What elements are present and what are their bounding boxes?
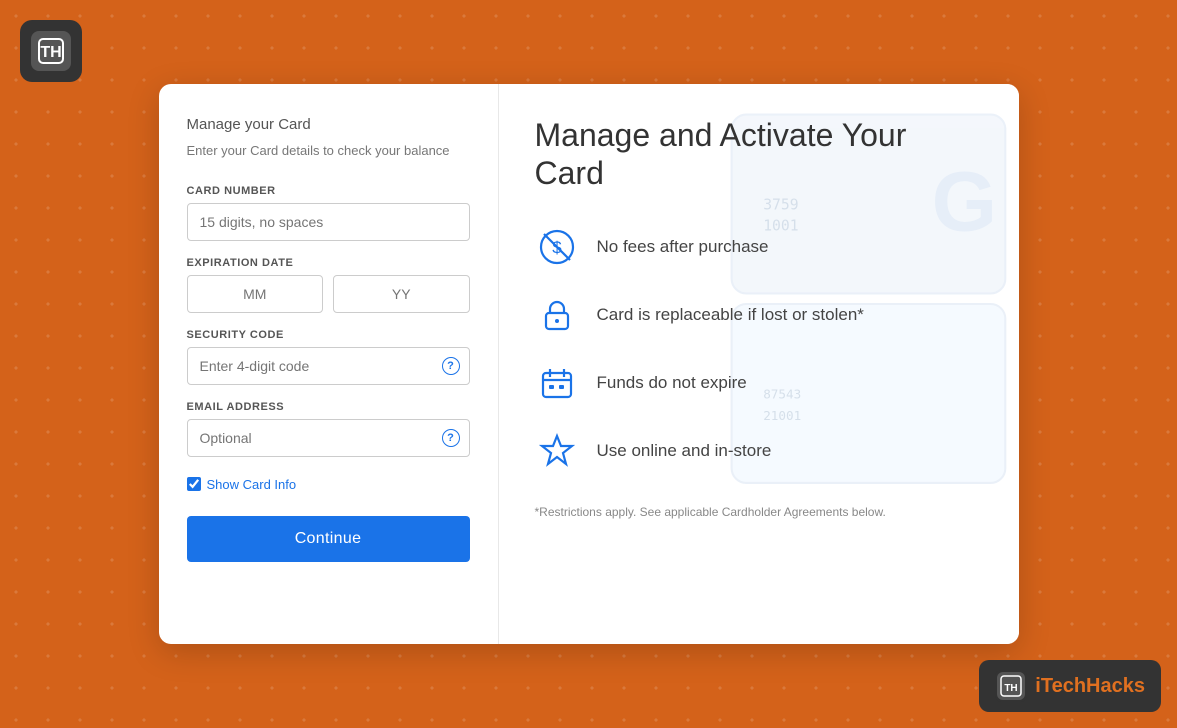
svg-text:TH: TH: [40, 44, 61, 61]
email-wrapper: ?: [187, 419, 470, 457]
logo-icon: TH: [31, 31, 71, 71]
security-code-input[interactable]: [187, 347, 470, 385]
svg-text:TH: TH: [1005, 683, 1018, 694]
email-input[interactable]: [187, 419, 470, 457]
show-card-checkbox[interactable]: [187, 477, 201, 491]
main-card: Manage your Card Enter your Card details…: [159, 84, 1019, 644]
right-panel: G 3759 1001 87543 21001 Manage and Activ…: [499, 84, 1019, 644]
feature-replaceable: Card is replaceable if lost or stolen*: [535, 293, 983, 337]
month-input[interactable]: [187, 275, 324, 313]
right-title: Manage and Activate Your Card: [535, 116, 983, 193]
itech-logo-icon: TH: [995, 670, 1027, 702]
calendar-icon: [535, 361, 579, 405]
year-input[interactable]: [333, 275, 470, 313]
star-icon: [535, 429, 579, 473]
feature-online: Use online and in-store: [535, 429, 983, 473]
security-help-icon[interactable]: ?: [442, 357, 460, 375]
feature-list: $ No fees after purchase Card: [535, 225, 983, 473]
right-content: Manage and Activate Your Card $ No fees …: [535, 116, 983, 519]
feature-no-fees: $ No fees after purchase: [535, 225, 983, 269]
date-row: [187, 275, 470, 313]
online-text: Use online and in-store: [597, 441, 772, 461]
disclaimer-text: *Restrictions apply. See applicable Card…: [535, 505, 983, 519]
left-panel: Manage your Card Enter your Card details…: [159, 84, 499, 644]
no-fees-text: No fees after purchase: [597, 237, 769, 257]
expiration-date-label: EXPIRATION DATE: [187, 257, 470, 269]
section-title: Manage your Card: [187, 116, 470, 133]
lock-icon: [535, 293, 579, 337]
card-number-label: CARD NUMBER: [187, 185, 470, 197]
replaceable-text: Card is replaceable if lost or stolen*: [597, 305, 864, 325]
security-code-wrapper: ?: [187, 347, 470, 385]
itech-hacks-badge: TH iTechHacks: [979, 660, 1161, 712]
show-card-label[interactable]: Show Card Info: [207, 477, 297, 492]
section-subtitle: Enter your Card details to check your ba…: [187, 141, 470, 161]
show-card-row: Show Card Info: [187, 477, 470, 492]
itech-badge-label: iTechHacks: [1035, 675, 1145, 698]
continue-button[interactable]: Continue: [187, 516, 470, 562]
card-number-input[interactable]: [187, 203, 470, 241]
no-expire-text: Funds do not expire: [597, 373, 747, 393]
email-label: EMAIL ADDRESS: [187, 401, 470, 413]
security-code-label: SECURITY CODE: [187, 329, 470, 341]
email-help-icon[interactable]: ?: [442, 429, 460, 447]
feature-no-expire: Funds do not expire: [535, 361, 983, 405]
logo-badge: TH: [20, 20, 82, 82]
no-fees-icon: $: [535, 225, 579, 269]
